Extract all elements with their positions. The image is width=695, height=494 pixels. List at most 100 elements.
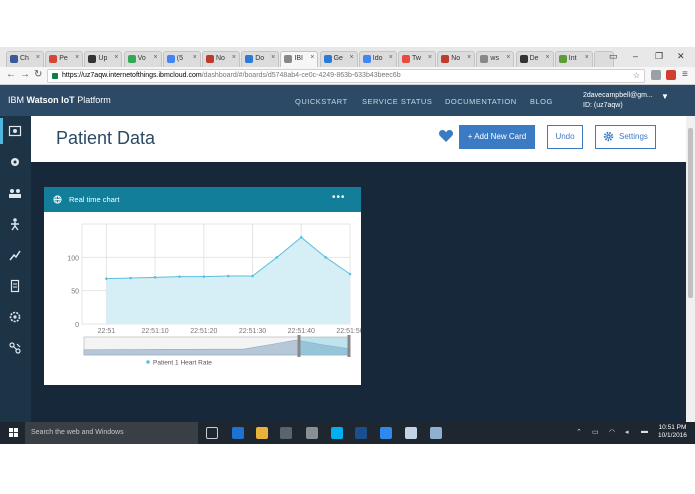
security-icon[interactable] — [8, 310, 22, 324]
card-menu-icon[interactable]: ••• — [332, 192, 346, 203]
members-icon[interactable] — [8, 186, 22, 200]
browser-tab[interactable]: Vo × — [123, 51, 162, 67]
tab-close-icon[interactable]: × — [310, 54, 314, 61]
chevron-down-icon[interactable]: ▼ — [661, 92, 669, 101]
browser-tab[interactable]: (5 × — [162, 51, 201, 67]
tab-close-icon[interactable]: × — [506, 54, 510, 61]
tab-close-icon[interactable]: × — [232, 54, 236, 61]
system-clock[interactable]: 10:51 PM 10/1/2016 — [658, 424, 687, 440]
lock-icon — [52, 73, 58, 79]
browser-menu-icon[interactable]: ≡ — [682, 69, 688, 80]
taskbar-search-input[interactable]: Search the web and Windows — [25, 422, 198, 444]
scrollbar-thumb[interactable] — [688, 128, 693, 298]
browser-tab[interactable]: Ch × — [6, 51, 44, 67]
nav-quickstart[interactable]: QUICKSTART — [295, 97, 348, 106]
card-header[interactable]: Real time chart ••• — [44, 187, 361, 212]
app-icon-8[interactable] — [380, 427, 392, 439]
app-icon-10[interactable] — [430, 427, 442, 439]
volume-icon[interactable]: ◂ — [625, 428, 629, 436]
tab-close-icon[interactable]: × — [467, 54, 471, 61]
calculator-icon[interactable] — [306, 427, 318, 439]
browser-tab[interactable]: Do × — [241, 51, 280, 67]
tab-label: No — [216, 55, 225, 62]
app-icon-9[interactable] — [405, 427, 417, 439]
skype-icon[interactable] — [331, 427, 343, 439]
tab-close-icon[interactable]: × — [36, 54, 40, 61]
browser-tab[interactable]: Tw × — [398, 51, 436, 67]
chevron-up-icon[interactable]: ⌃ — [576, 428, 582, 436]
browser-tab[interactable]: Up × — [84, 51, 123, 67]
tab-label: Up — [98, 55, 108, 62]
wifi-icon[interactable]: ◠ — [609, 428, 615, 436]
app-header: IBM Watson IoT Platform QUICKSTART SERVI… — [0, 85, 695, 116]
user-id: ID: (uz7aqw) — [583, 102, 623, 109]
back-icon[interactable]: ← — [6, 69, 16, 80]
add-new-card-button[interactable]: + Add New Card — [459, 125, 535, 149]
restore-icon[interactable]: ❐ — [655, 51, 663, 62]
chrome-icon[interactable] — [280, 427, 292, 439]
page-scrollbar[interactable] — [686, 116, 695, 422]
page-header: Patient Data + Add New Card Undo Setting… — [31, 116, 686, 162]
tab-close-icon[interactable]: × — [271, 54, 275, 61]
nav-blog[interactable]: BLOG — [530, 97, 553, 106]
tab-close-icon[interactable]: × — [75, 54, 79, 61]
tab-label: IBI — [294, 55, 303, 62]
task-view-icon[interactable] — [206, 427, 218, 439]
usage-icon[interactable] — [8, 279, 22, 293]
edge-icon[interactable] — [232, 427, 244, 439]
browser-tab[interactable]: IBI × — [280, 51, 319, 67]
browser-tab[interactable]: Ge × — [319, 51, 358, 67]
tab-favicon-icon — [519, 55, 528, 63]
heart-icon[interactable] — [438, 128, 454, 144]
shield-extension-icon[interactable] — [666, 70, 676, 80]
extension-icon[interactable] — [651, 70, 661, 80]
nav-service-status[interactable]: SERVICE STATUS — [362, 97, 432, 106]
data-point — [324, 256, 327, 259]
user-menu[interactable]: 2davecampbell@gm... ID: (uz7aqw) — [583, 91, 653, 111]
browser-tab[interactable]: No × — [437, 51, 476, 67]
tab-close-icon[interactable]: × — [193, 54, 197, 61]
sidebar — [0, 116, 31, 422]
network-icon[interactable]: ▭ — [592, 428, 599, 436]
bookmark-star-icon[interactable]: ☆ — [633, 71, 640, 80]
file-explorer-icon[interactable] — [256, 427, 268, 439]
keyboard-icon[interactable]: ▬ — [641, 428, 648, 435]
browser-tab[interactable]: De × — [515, 51, 554, 67]
tab-close-icon[interactable]: × — [428, 54, 432, 61]
minimize-icon[interactable]: – — [633, 51, 638, 61]
tab-favicon-icon — [441, 55, 450, 63]
tab-label: De — [529, 55, 539, 62]
url-text: https://uz7aqw.internetofthings.ibmcloud… — [62, 72, 401, 79]
profile-icon[interactable]: ▭ — [609, 51, 618, 62]
windows-start-icon[interactable] — [9, 428, 18, 437]
browser-tab-strip: Ch × Pe × Up × Vo × (5 × No × Do × IBI × Ge × Ido × Tw × No × ws… — [0, 47, 695, 67]
close-window-icon[interactable]: ✕ — [677, 51, 685, 62]
tab-close-icon[interactable]: × — [546, 54, 550, 61]
url-input[interactable]: https://uz7aqw.internetofthings.ibmcloud… — [47, 69, 645, 83]
nav-documentation[interactable]: DOCUMENTATION — [445, 97, 517, 106]
browser-tab[interactable]: Int × — [554, 51, 593, 67]
tab-close-icon[interactable]: × — [389, 54, 393, 61]
tab-close-icon[interactable]: × — [154, 54, 158, 61]
reload-icon[interactable]: ↻ — [34, 69, 42, 80]
undo-button[interactable]: Undo — [547, 125, 583, 149]
browser-tab[interactable]: No × — [202, 51, 240, 67]
rules-icon[interactable] — [8, 248, 22, 262]
tab-close-icon[interactable]: × — [585, 54, 589, 61]
boards-icon[interactable] — [0, 118, 22, 144]
app-icon-7[interactable] — [355, 427, 367, 439]
extensions-icon[interactable] — [8, 341, 22, 355]
browser-tab[interactable]: Pe × — [45, 51, 84, 67]
data-point — [275, 256, 279, 259]
apps-icon[interactable] — [8, 217, 22, 231]
settings-button[interactable]: Settings — [595, 125, 656, 149]
navigator-handle-left — [297, 335, 301, 357]
brand-logo[interactable]: IBM Watson IoT Platform — [8, 95, 111, 105]
devices-icon[interactable] — [8, 155, 22, 169]
tab-close-icon[interactable]: × — [114, 54, 118, 61]
browser-tab[interactable]: Ido × — [358, 51, 397, 67]
tab-close-icon[interactable]: × — [350, 54, 354, 61]
browser-tab[interactable]: ws × — [476, 51, 515, 67]
clock-date: 10/1/2016 — [658, 432, 687, 439]
forward-icon[interactable]: → — [20, 69, 30, 80]
